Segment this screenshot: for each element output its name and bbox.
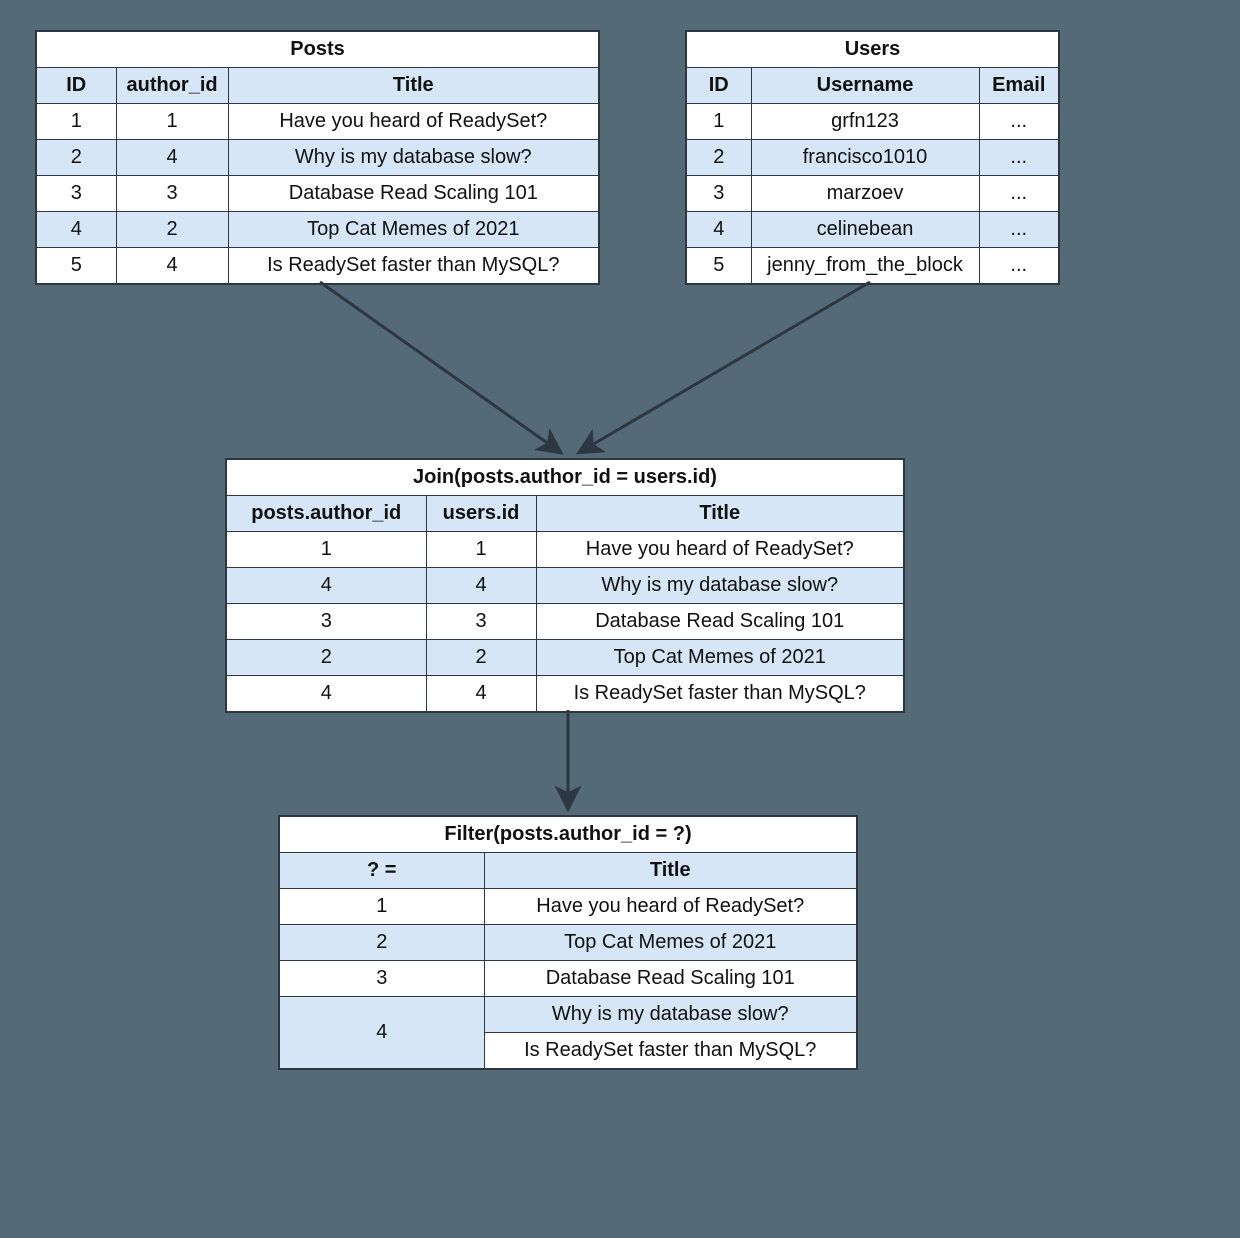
table-row: 4Why is my database slow? (279, 997, 857, 1033)
join-hdr-author: posts.author_id (226, 496, 426, 532)
arrow-users-to-join (580, 282, 870, 452)
posts-hdr-id: ID (36, 68, 116, 104)
table-row: 2Top Cat Memes of 2021 (279, 925, 857, 961)
table-row: 2francisco1010... (686, 140, 1059, 176)
posts-hdr-title: Title (228, 68, 599, 104)
table-row: 3Database Read Scaling 101 (279, 961, 857, 997)
join-hdr-title: Title (536, 496, 904, 532)
posts-table: Posts ID author_id Title 11Have you hear… (35, 30, 600, 285)
users-table: Users ID Username Email 1grfn123... 2fra… (685, 30, 1060, 285)
users-hdr-username: Username (751, 68, 979, 104)
table-row: 33Database Read Scaling 101 (226, 604, 904, 640)
join-table: Join(posts.author_id = users.id) posts.a… (225, 458, 905, 713)
filter-table: Filter(posts.author_id = ?) ? = Title 1H… (278, 815, 858, 1070)
posts-title: Posts (36, 31, 599, 68)
posts-hdr-author: author_id (116, 68, 228, 104)
table-row: 1grfn123... (686, 104, 1059, 140)
users-title: Users (686, 31, 1059, 68)
table-row: 44Is ReadySet faster than MySQL? (226, 676, 904, 713)
join-hdr-users: users.id (426, 496, 536, 532)
filter-title: Filter(posts.author_id = ?) (279, 816, 857, 853)
table-row: 5jenny_from_the_block... (686, 248, 1059, 285)
table-row: 44Why is my database slow? (226, 568, 904, 604)
table-row: 33Database Read Scaling 101 (36, 176, 599, 212)
table-row: 1Have you heard of ReadySet? (279, 889, 857, 925)
users-hdr-id: ID (686, 68, 751, 104)
table-row: 4celinebean... (686, 212, 1059, 248)
filter-hdr-param: ? = (279, 853, 484, 889)
table-row: 22Top Cat Memes of 2021 (226, 640, 904, 676)
table-row: 11Have you heard of ReadySet? (226, 532, 904, 568)
table-row: 24Why is my database slow? (36, 140, 599, 176)
join-title: Join(posts.author_id = users.id) (226, 459, 904, 496)
arrow-posts-to-join (320, 282, 560, 452)
table-row: 42Top Cat Memes of 2021 (36, 212, 599, 248)
table-row: 11Have you heard of ReadySet? (36, 104, 599, 140)
users-hdr-email: Email (979, 68, 1059, 104)
table-row: 54Is ReadySet faster than MySQL? (36, 248, 599, 285)
table-row: 3marzoev... (686, 176, 1059, 212)
filter-hdr-title: Title (484, 853, 857, 889)
